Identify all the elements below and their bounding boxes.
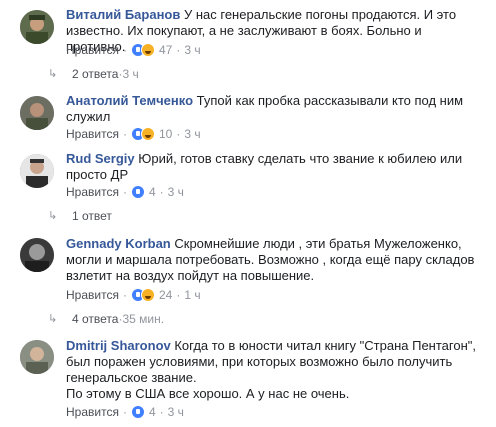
separator: ·: [122, 405, 127, 419]
author-name[interactable]: Rud Sergiy: [66, 151, 135, 166]
author-name[interactable]: Виталий Баранов: [66, 7, 180, 22]
reply-arrow-icon: ↳: [48, 210, 58, 222]
separator: ·: [159, 405, 164, 419]
like-link[interactable]: Нравится: [66, 287, 119, 303]
author-name[interactable]: Анатолий Темченко: [66, 93, 193, 108]
like-link[interactable]: Нравится: [66, 42, 119, 58]
view-replies-link[interactable]: 1 ответ: [72, 208, 112, 224]
comment-text: Rud Sergiy Юрий, готов ставку сделать чт…: [66, 151, 476, 183]
reactions[interactable]: 10: [130, 126, 173, 142]
like-reaction-icon: [130, 185, 145, 199]
author-name[interactable]: Dmitrij Sharonov: [66, 338, 171, 353]
author-name[interactable]: Gennady Korban: [66, 236, 171, 251]
reactions[interactable]: 4: [130, 184, 156, 200]
timestamp[interactable]: 3 ч: [184, 42, 200, 58]
separator: ·: [122, 43, 127, 57]
reaction-count: 47: [158, 43, 173, 57]
reactions[interactable]: 24: [130, 287, 173, 303]
avatar[interactable]: [20, 96, 54, 130]
like-link[interactable]: Нравится: [66, 126, 119, 142]
comment-text: Dmitrij Sharonov Когда то в юности читал…: [66, 338, 476, 402]
comment-actions: Нравится · 47 · 3 ч: [66, 42, 201, 58]
reaction-count: 4: [148, 185, 156, 199]
reaction-count: 4: [148, 405, 156, 419]
replies-time: 3 ч: [122, 67, 139, 81]
reactions[interactable]: 4: [130, 404, 156, 420]
timestamp[interactable]: 3 ч: [184, 126, 200, 142]
replies-row: ↳ 1 ответ: [48, 208, 112, 224]
haha-reaction-icon: [140, 127, 155, 141]
timestamp[interactable]: 3 ч: [168, 404, 184, 420]
like-reaction-icon: [130, 405, 145, 419]
comment-text: Gennady Korban Скромнейшие люди , эти бр…: [66, 236, 476, 284]
view-replies-link[interactable]: 4 ответа: [72, 311, 118, 327]
avatar[interactable]: [20, 238, 54, 272]
avatar[interactable]: [20, 154, 54, 188]
haha-reaction-icon: [140, 288, 155, 302]
like-link[interactable]: Нравится: [66, 404, 119, 420]
comment-text: Анатолий Темченко Тупой как пробка расск…: [66, 93, 476, 125]
timestamp[interactable]: 3 ч: [168, 184, 184, 200]
replies-row: ↳ 4 ответа · 35 мин.: [48, 311, 164, 327]
separator: ·: [176, 43, 181, 57]
reply-arrow-icon: ↳: [48, 313, 58, 325]
comment-actions: Нравится · 24 · 1 ч: [66, 287, 201, 303]
separator: ·: [122, 127, 127, 141]
separator: ·: [122, 288, 127, 302]
timestamp[interactable]: 1 ч: [184, 287, 200, 303]
view-replies-link[interactable]: 2 ответа: [72, 66, 118, 82]
comment-actions: Нравится · 4 · 3 ч: [66, 184, 184, 200]
replies-time: 35 мин.: [122, 312, 165, 326]
reactions[interactable]: 47: [130, 42, 173, 58]
separator: ·: [176, 127, 181, 141]
separator: ·: [176, 288, 181, 302]
comment-actions: Нравится · 10 · 3 ч: [66, 126, 201, 142]
reaction-count: 24: [158, 288, 173, 302]
separator: ·: [122, 185, 127, 199]
comment-body-line2: По этому в США все хорошо. А у нас не оч…: [66, 386, 350, 401]
reply-arrow-icon: ↳: [48, 68, 58, 80]
separator: ·: [159, 185, 164, 199]
avatar[interactable]: [20, 10, 54, 44]
avatar[interactable]: [20, 340, 54, 374]
reaction-count: 10: [158, 127, 173, 141]
replies-row: ↳ 2 ответа · 3 ч: [48, 66, 139, 82]
like-link[interactable]: Нравится: [66, 184, 119, 200]
haha-reaction-icon: [140, 43, 155, 57]
comment-actions: Нравится · 4 · 3 ч: [66, 404, 184, 420]
